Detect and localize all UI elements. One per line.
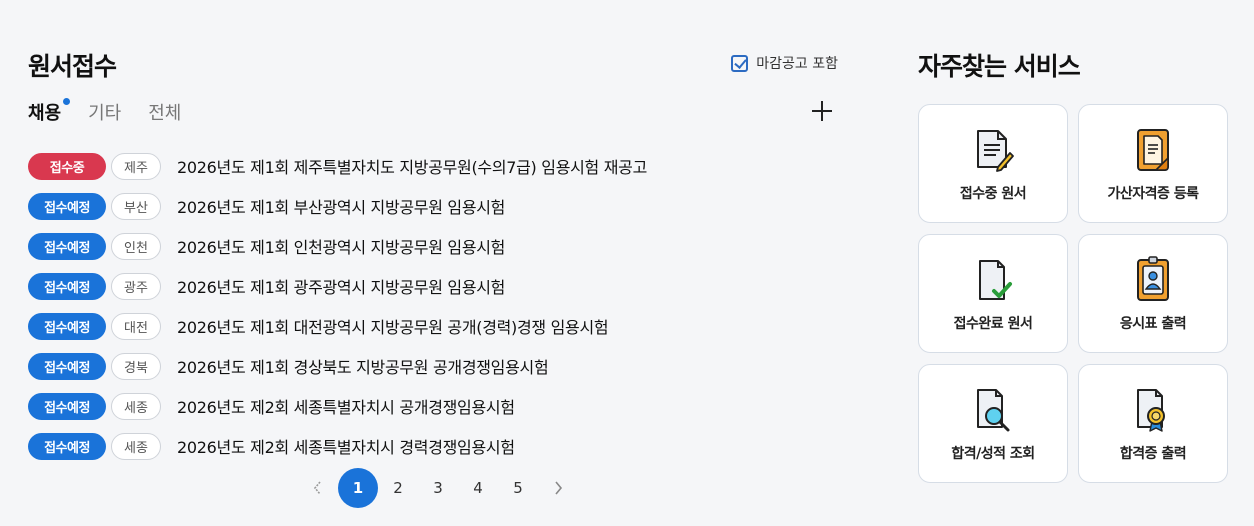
checkbox-checked-icon[interactable] [731, 54, 749, 72]
list-item[interactable]: 접수예정 경북 2026년도 제1회 경상북도 지방공무원 공개경쟁임용시험 [28, 346, 840, 386]
list-item[interactable]: 접수예정 세종 2026년도 제2회 세종특별자치시 공개경쟁임용시험 [28, 386, 840, 426]
chevron-right-icon[interactable] [538, 468, 578, 508]
list-item-title[interactable]: 2026년도 제1회 부산광역시 지방공무원 임용시험 [177, 194, 505, 218]
region-badge: 경북 [111, 352, 161, 380]
certificate-icon [1137, 129, 1169, 171]
document-check-icon [979, 260, 1012, 300]
include-closed-checkbox[interactable]: 마감공고 포함 [731, 53, 838, 73]
list-item[interactable]: 접수예정 세종 2026년도 제2회 세종특별자치시 경력경쟁임용시험 [28, 426, 840, 466]
application-list: 접수중 제주 2026년도 제1회 제주특별자치도 지방공무원(수의7급) 임용… [28, 146, 840, 466]
services-title: 자주찾는 서비스 [918, 52, 1081, 81]
list-item[interactable]: 접수중 제주 2026년도 제1회 제주특별자치도 지방공무원(수의7급) 임용… [28, 146, 840, 186]
status-badge: 접수예정 [28, 352, 106, 380]
tab-all[interactable]: 전체 [148, 99, 181, 125]
service-label: 접수완료 원서 [953, 316, 1033, 332]
service-label: 합격/성적 조회 [951, 446, 1035, 462]
document-medal-icon [1137, 389, 1165, 432]
services-grid: 접수중 원서 가산자격증 등록 접수완료 원서 응시표 출력 합격/성적 조회 … [918, 104, 1228, 483]
applications-title: 원서접수 [28, 52, 117, 81]
region-badge: 인천 [111, 232, 161, 260]
services-panel: 자주찾는 서비스 접수중 원서 가산자격증 등록 접수완료 원서 응시표 출력 … [918, 0, 1230, 526]
list-item-title[interactable]: 2026년도 제1회 대전광역시 지방공무원 공개(경력)경쟁 임용시험 [177, 314, 609, 338]
status-badge: 접수예정 [28, 392, 106, 420]
service-card-bonus-certificate[interactable]: 가산자격증 등록 [1078, 104, 1228, 223]
region-badge: 세종 [111, 432, 161, 460]
tab-label: 채용 [28, 103, 62, 124]
page-button-1[interactable]: 1 [338, 468, 378, 508]
service-label: 접수중 원서 [959, 186, 1027, 202]
status-badge: 접수중 [28, 152, 106, 180]
applications-panel: 원서접수 마감공고 포함 채용 기타 전체 접수중 제주 2026년도 제1회 … [28, 0, 840, 526]
list-item-title[interactable]: 2026년도 제1회 인천광역시 지방공무원 임용시험 [177, 234, 505, 258]
service-card-completed[interactable]: 접수완료 원서 [918, 234, 1068, 353]
list-item-title[interactable]: 2026년도 제2회 세종특별자치시 공개경쟁임용시험 [177, 394, 515, 418]
pagination: 1 2 3 4 5 [298, 468, 578, 508]
tab-label: 기타 [88, 103, 122, 124]
region-badge: 대전 [111, 312, 161, 340]
service-card-admission-ticket[interactable]: 응시표 출력 [1078, 234, 1228, 353]
include-closed-label: 마감공고 포함 [756, 56, 838, 72]
service-card-in-progress[interactable]: 접수중 원서 [918, 104, 1068, 223]
category-tabs: 채용 기타 전체 [28, 98, 181, 125]
document-search-icon [977, 389, 1010, 432]
id-card-icon [1137, 256, 1169, 301]
new-indicator-dot [63, 98, 71, 105]
status-badge: 접수예정 [28, 312, 106, 340]
chevron-left-icon[interactable] [298, 468, 338, 508]
list-item[interactable]: 접수예정 부산 2026년도 제1회 부산광역시 지방공무원 임용시험 [28, 186, 840, 226]
list-item[interactable]: 접수예정 광주 2026년도 제1회 광주광역시 지방공무원 임용시험 [28, 266, 840, 306]
status-badge: 접수예정 [28, 192, 106, 220]
list-item-title[interactable]: 2026년도 제1회 광주광역시 지방공무원 임용시험 [177, 274, 505, 298]
page-button-5[interactable]: 5 [498, 468, 538, 508]
service-label: 합격증 출력 [1119, 446, 1187, 462]
page-button-2[interactable]: 2 [378, 468, 418, 508]
page-button-3[interactable]: 3 [418, 468, 458, 508]
document-pencil-icon [977, 130, 1014, 172]
list-item-title[interactable]: 2026년도 제1회 제주특별자치도 지방공무원(수의7급) 임용시험 재공고 [177, 154, 647, 178]
tab-recruitment[interactable]: 채용 [28, 98, 71, 125]
tab-label: 전체 [148, 103, 182, 124]
service-card-pass-certificate[interactable]: 합격증 출력 [1078, 364, 1228, 483]
list-item[interactable]: 접수예정 인천 2026년도 제1회 인천광역시 지방공무원 임용시험 [28, 226, 840, 266]
region-badge: 세종 [111, 392, 161, 420]
status-badge: 접수예정 [28, 272, 106, 300]
region-badge: 부산 [111, 192, 161, 220]
status-badge: 접수예정 [28, 432, 106, 460]
plus-icon[interactable] [810, 99, 834, 123]
list-item[interactable]: 접수예정 대전 2026년도 제1회 대전광역시 지방공무원 공개(경력)경쟁 … [28, 306, 840, 346]
list-item-title[interactable]: 2026년도 제1회 경상북도 지방공무원 공개경쟁임용시험 [177, 354, 549, 378]
service-label: 가산자격증 등록 [1107, 186, 1199, 202]
status-badge: 접수예정 [28, 232, 106, 260]
page-button-4[interactable]: 4 [458, 468, 498, 508]
service-card-result-search[interactable]: 합격/성적 조회 [918, 364, 1068, 483]
region-badge: 광주 [111, 272, 161, 300]
list-item-title[interactable]: 2026년도 제2회 세종특별자치시 경력경쟁임용시험 [177, 434, 515, 458]
region-badge: 제주 [111, 152, 161, 180]
service-label: 응시표 출력 [1119, 316, 1187, 332]
tab-other[interactable]: 기타 [88, 99, 121, 125]
